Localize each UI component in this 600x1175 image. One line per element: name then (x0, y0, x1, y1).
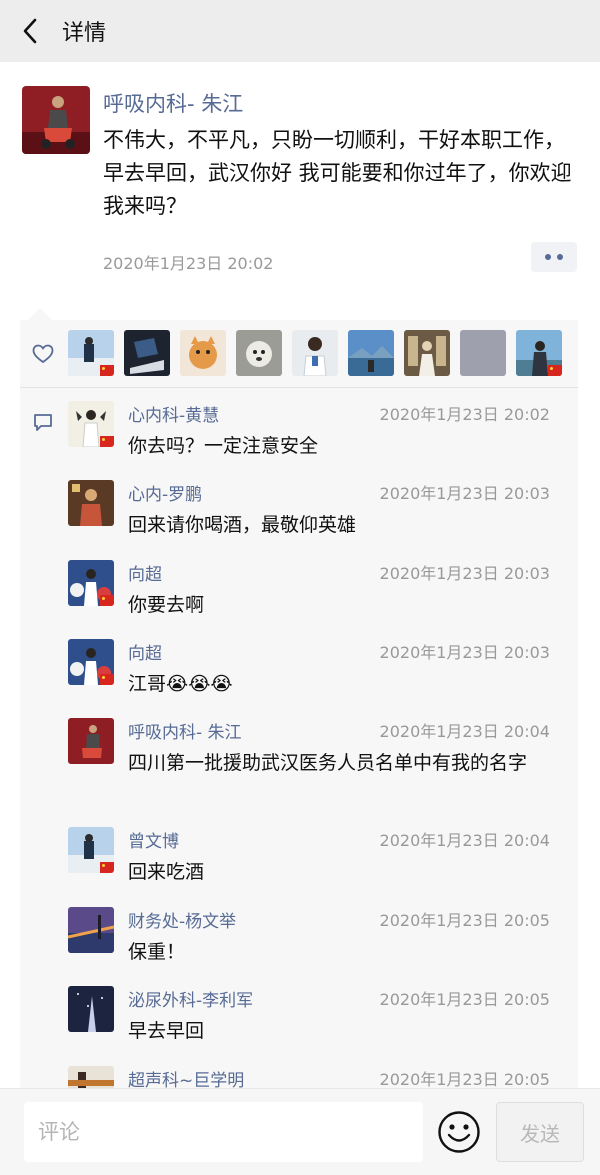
comment-text: 早去早回 (128, 1020, 205, 1042)
comment-author[interactable]: 心内科-黄慧 (128, 401, 219, 426)
comment-text: 四川第一批援助武汉医务人员名单中有我的名字 (128, 752, 528, 774)
comment-timestamp: 2020年1月23日 20:03 (379, 564, 550, 583)
comment-item: 财务处-杨文举 2020年1月23日 20:05 保重！ (20, 907, 578, 987)
flag-icon (100, 436, 114, 447)
likes-row (20, 320, 578, 388)
liker-avatar[interactable] (124, 330, 170, 376)
avatar[interactable] (68, 1066, 114, 1090)
comment-author[interactable]: 泌尿外科-李利军 (128, 986, 253, 1011)
flag-icon (100, 862, 114, 873)
avatar[interactable] (68, 718, 114, 764)
liker-avatar[interactable] (516, 330, 562, 376)
liker-avatar[interactable] (348, 330, 394, 376)
more-dot-icon (557, 254, 563, 260)
more-actions-button[interactable] (531, 242, 577, 272)
comment-timestamp: 2020年1月23日 20:02 (379, 405, 550, 424)
chevron-left-icon (23, 18, 37, 44)
comment-text: 你要去啊 (128, 594, 205, 616)
comment-author[interactable]: 超声科~巨学明 (128, 1066, 244, 1090)
comment-text: 保重！ (128, 941, 186, 963)
avatar[interactable] (22, 86, 90, 154)
comment-item: 心内-罗鹏 2020年1月23日 20:03 回来请你喝酒，最敬仰英雄 (20, 480, 578, 560)
avatar[interactable] (68, 401, 114, 447)
comment-author[interactable]: 呼吸内科- 朱江 (128, 718, 242, 743)
comment-author[interactable]: 心内-罗鹏 (128, 480, 202, 505)
comment-text: 你去吗？一定注意安全 (128, 435, 319, 457)
avatar[interactable] (68, 480, 114, 526)
comment-timestamp: 2020年1月23日 20:05 (379, 911, 550, 930)
page-title: 详情 (62, 21, 107, 46)
comment-timestamp: 2020年1月23日 20:03 (379, 643, 550, 662)
flag-icon (100, 365, 114, 376)
avatar[interactable] (68, 827, 114, 873)
comment-item: 向超 2020年1月23日 20:03 江哥😭😭😭 (20, 639, 578, 719)
liker-avatar[interactable] (292, 330, 338, 376)
comment-timestamp: 2020年1月23日 20:05 (379, 990, 550, 1009)
top-bar: 详情 (0, 0, 600, 62)
comment-timestamp: 2020年1月23日 20:05 (379, 1070, 550, 1089)
comment-author[interactable]: 向超 (128, 560, 162, 585)
comment-item: 向超 2020年1月23日 20:03 你要去啊 (20, 560, 578, 640)
avatar[interactable] (68, 986, 114, 1032)
heart-icon (32, 344, 54, 364)
avatar[interactable] (68, 907, 114, 953)
interaction-panel: 心内科-黄慧 2020年1月23日 20:02 你去吗？一定注意安全 心内-罗鹏… (20, 320, 578, 1090)
flag-icon (100, 595, 114, 606)
comment-author[interactable]: 曾文博 (128, 827, 179, 852)
liker-avatar[interactable] (404, 330, 450, 376)
panel-caret (28, 308, 52, 320)
liker-avatar[interactable] (460, 330, 506, 376)
avatar[interactable] (68, 639, 114, 685)
comment-author[interactable]: 财务处-杨文举 (128, 907, 236, 932)
smiley-icon (438, 1111, 480, 1153)
comment-text: 江哥😭😭😭 (128, 673, 233, 695)
comment-timestamp: 2020年1月23日 20:04 (379, 722, 550, 741)
post-text: 不伟大，不平凡，只盼一切顺利，干好本职工作，早去早回，武汉你好 我可能要和你过年… (103, 128, 572, 218)
comment-input[interactable] (24, 1102, 423, 1162)
comment-item: 超声科~巨学明 2020年1月23日 20:05 (20, 1066, 578, 1090)
post-author[interactable]: 呼吸内科- 朱江 (103, 88, 243, 118)
avatar[interactable] (68, 560, 114, 606)
flag-icon (548, 365, 562, 376)
send-button[interactable]: 发送 (496, 1102, 584, 1162)
comment-author[interactable]: 向超 (128, 639, 162, 664)
liker-avatar[interactable] (68, 330, 114, 376)
comment-bar: 发送 (0, 1088, 600, 1175)
more-dot-icon (545, 254, 551, 260)
comment-timestamp: 2020年1月23日 20:04 (379, 831, 550, 850)
comment-item: 曾文博 2020年1月23日 20:04 回来吃酒 (20, 827, 578, 907)
post-timestamp: 2020年1月23日 20:02 (103, 254, 274, 273)
comment-text: 回来吃酒 (128, 861, 205, 883)
comment-item: 呼吸内科- 朱江 2020年1月23日 20:04 四川第一批援助武汉医务人员名… (20, 718, 578, 828)
comment-text: 回来请你喝酒，最敬仰英雄 (128, 514, 357, 536)
comment-timestamp: 2020年1月23日 20:03 (379, 484, 550, 503)
flag-icon (100, 674, 114, 685)
back-button[interactable] (0, 0, 60, 62)
comment-item: 心内科-黄慧 2020年1月23日 20:02 你去吗？一定注意安全 (20, 401, 578, 481)
comment-item: 泌尿外科-李利军 2020年1月23日 20:05 早去早回 (20, 986, 578, 1066)
liker-avatar[interactable] (180, 330, 226, 376)
emoji-button[interactable] (436, 1109, 482, 1155)
liker-avatar[interactable] (236, 330, 282, 376)
